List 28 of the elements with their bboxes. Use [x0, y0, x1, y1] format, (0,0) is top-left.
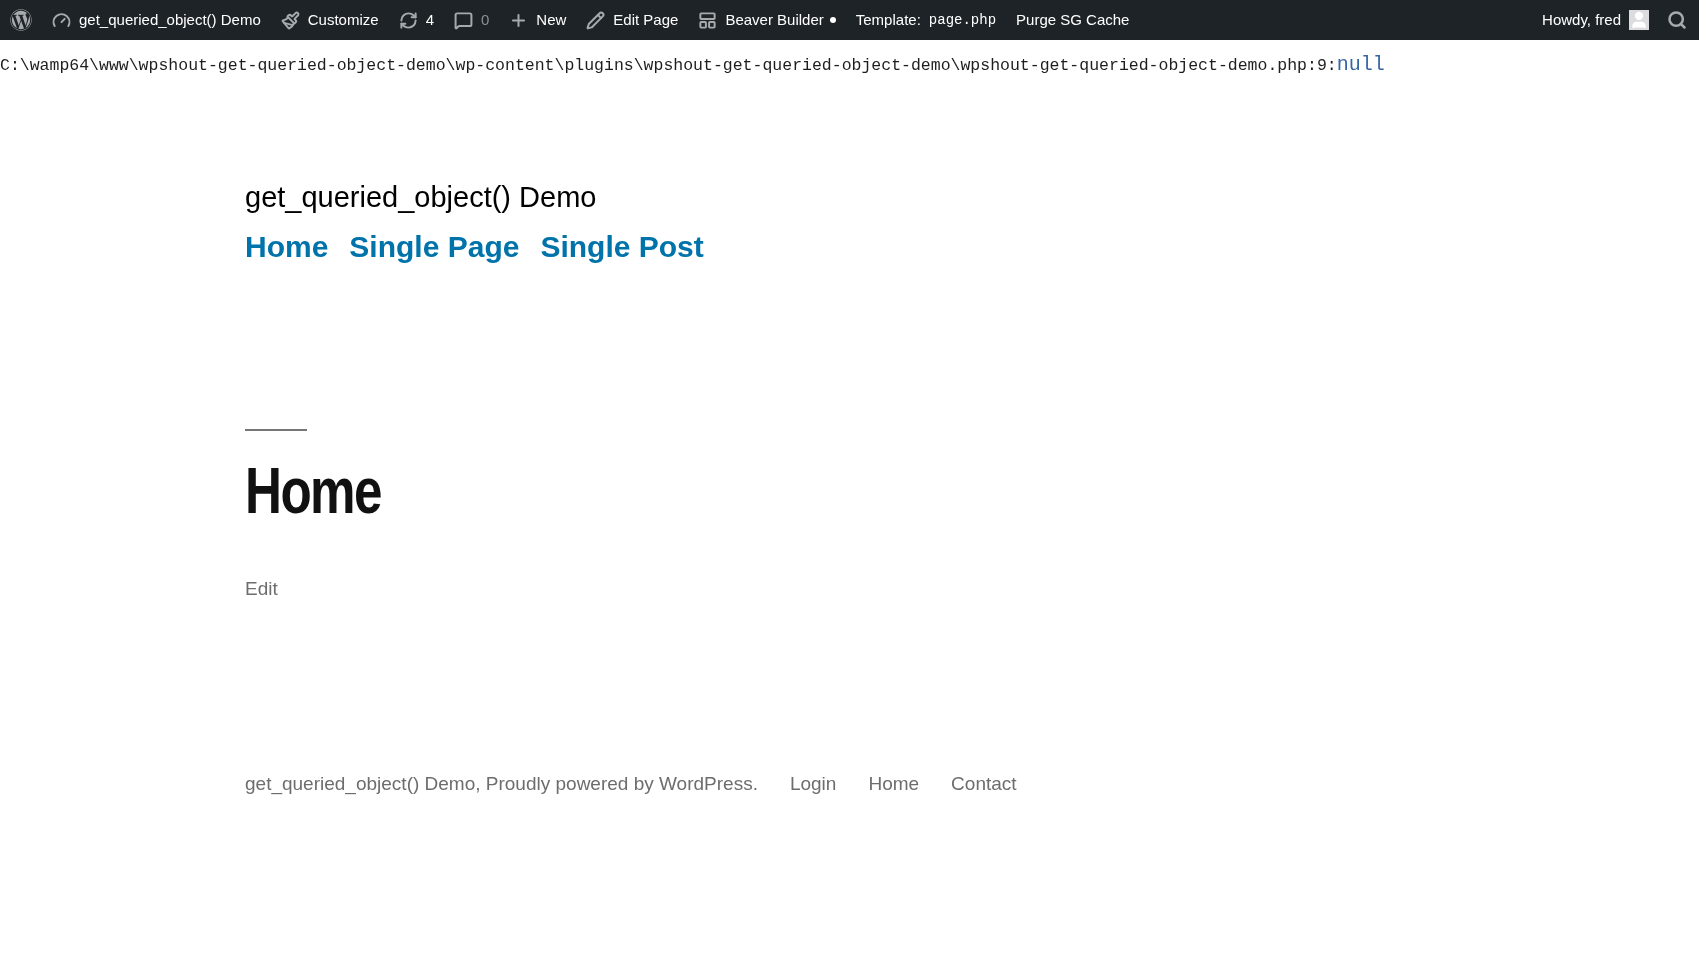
- page-title: Home: [245, 458, 382, 523]
- edit-link[interactable]: Edit: [245, 574, 278, 603]
- toolbar-link[interactable]: 0: [444, 0, 500, 40]
- pencil-icon: [586, 10, 606, 30]
- footer-link[interactable]: Home: [868, 770, 920, 799]
- paintbrush-icon: [280, 10, 300, 30]
- layout-icon: [698, 10, 718, 30]
- footer-link[interactable]: Contact: [951, 770, 1017, 799]
- menu-link[interactable]: Home: [245, 223, 329, 269]
- toolbar-link[interactable]: New: [499, 0, 577, 40]
- toolbar-link[interactable]: get_queried_object() Demo: [42, 0, 271, 40]
- toolbar-link[interactable]: Customize: [270, 0, 389, 40]
- menu-link[interactable]: Single Post: [540, 223, 704, 269]
- speech-bubble-icon: [454, 10, 473, 30]
- footer-credit: get_queried_object() Demo, Proudly powered by WordPress.: [245, 772, 758, 797]
- avatar-icon: [1629, 10, 1649, 30]
- toolbar-link[interactable]: Beaver Builder: [688, 0, 846, 40]
- site-title[interactable]: get_queried_object() Demo: [245, 176, 1699, 220]
- toolbar-link[interactable]: Purge SG Cache: [1006, 0, 1140, 40]
- footer-link[interactable]: Login: [789, 770, 837, 799]
- toolbar-link[interactable]: Edit Page: [576, 0, 689, 40]
- menu-link[interactable]: Single Page: [349, 223, 520, 269]
- debug-output: C:\wamp64\www\wpshout-get-queried-object-demo\wp-content\plugins\wpshout-get-queried-object-demo\wpshout-get-queried-object-demo.php:9:null: [0, 52, 1386, 78]
- account-link[interactable]: Howdy, fred: [1532, 0, 1659, 40]
- dashboard-icon: [52, 10, 71, 30]
- refresh-icon: [398, 10, 418, 30]
- toolbar-link[interactable]: 4: [388, 0, 444, 40]
- toolbar-link[interactable]: Template: page.php: [845, 0, 1007, 40]
